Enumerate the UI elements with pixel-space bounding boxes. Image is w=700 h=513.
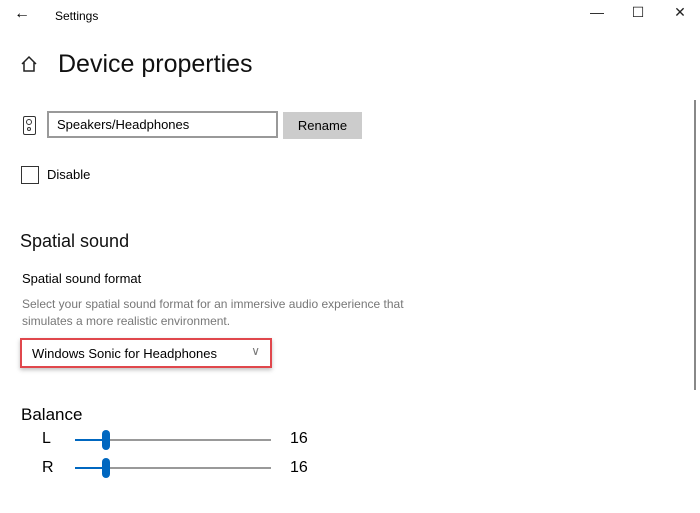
back-arrow-icon[interactable]: ← [14,5,30,23]
scrollbar[interactable] [694,100,696,390]
slider-thumb[interactable] [102,458,111,478]
spatial-description: Select your spatial sound format for an … [22,297,404,328]
maximize-button[interactable]: ☐ [623,4,653,21]
disable-checkbox[interactable] [21,166,39,184]
dropdown-value: Windows Sonic for Headphones [32,346,217,361]
speaker-icon [23,116,36,135]
right-balance-value: 16 [290,459,308,476]
close-button[interactable]: ✕ [665,4,695,21]
spatial-format-dropdown[interactable]: Windows Sonic for Headphones ∨ [20,338,272,368]
device-name-input[interactable] [47,111,278,138]
page-title: Device properties [58,50,253,78]
window-title: Settings [55,9,99,23]
right-balance-slider[interactable] [75,458,271,478]
rename-button[interactable]: Rename [283,112,362,139]
spatial-format-label: Spatial sound format [22,271,142,286]
right-channel-label: R [42,459,54,476]
home-icon[interactable] [20,55,38,73]
title-bar: ← Settings — ☐ ✕ [0,0,700,32]
left-channel-label: L [42,430,51,447]
chevron-down-icon: ∨ [251,344,260,358]
balance-heading: Balance [21,405,83,424]
disable-label: Disable [47,167,91,182]
left-balance-value: 16 [290,430,308,447]
slider-thumb[interactable] [102,430,111,450]
left-balance-slider[interactable] [75,430,271,450]
spatial-sound-heading: Spatial sound [20,231,130,251]
minimize-button[interactable]: — [582,4,612,20]
